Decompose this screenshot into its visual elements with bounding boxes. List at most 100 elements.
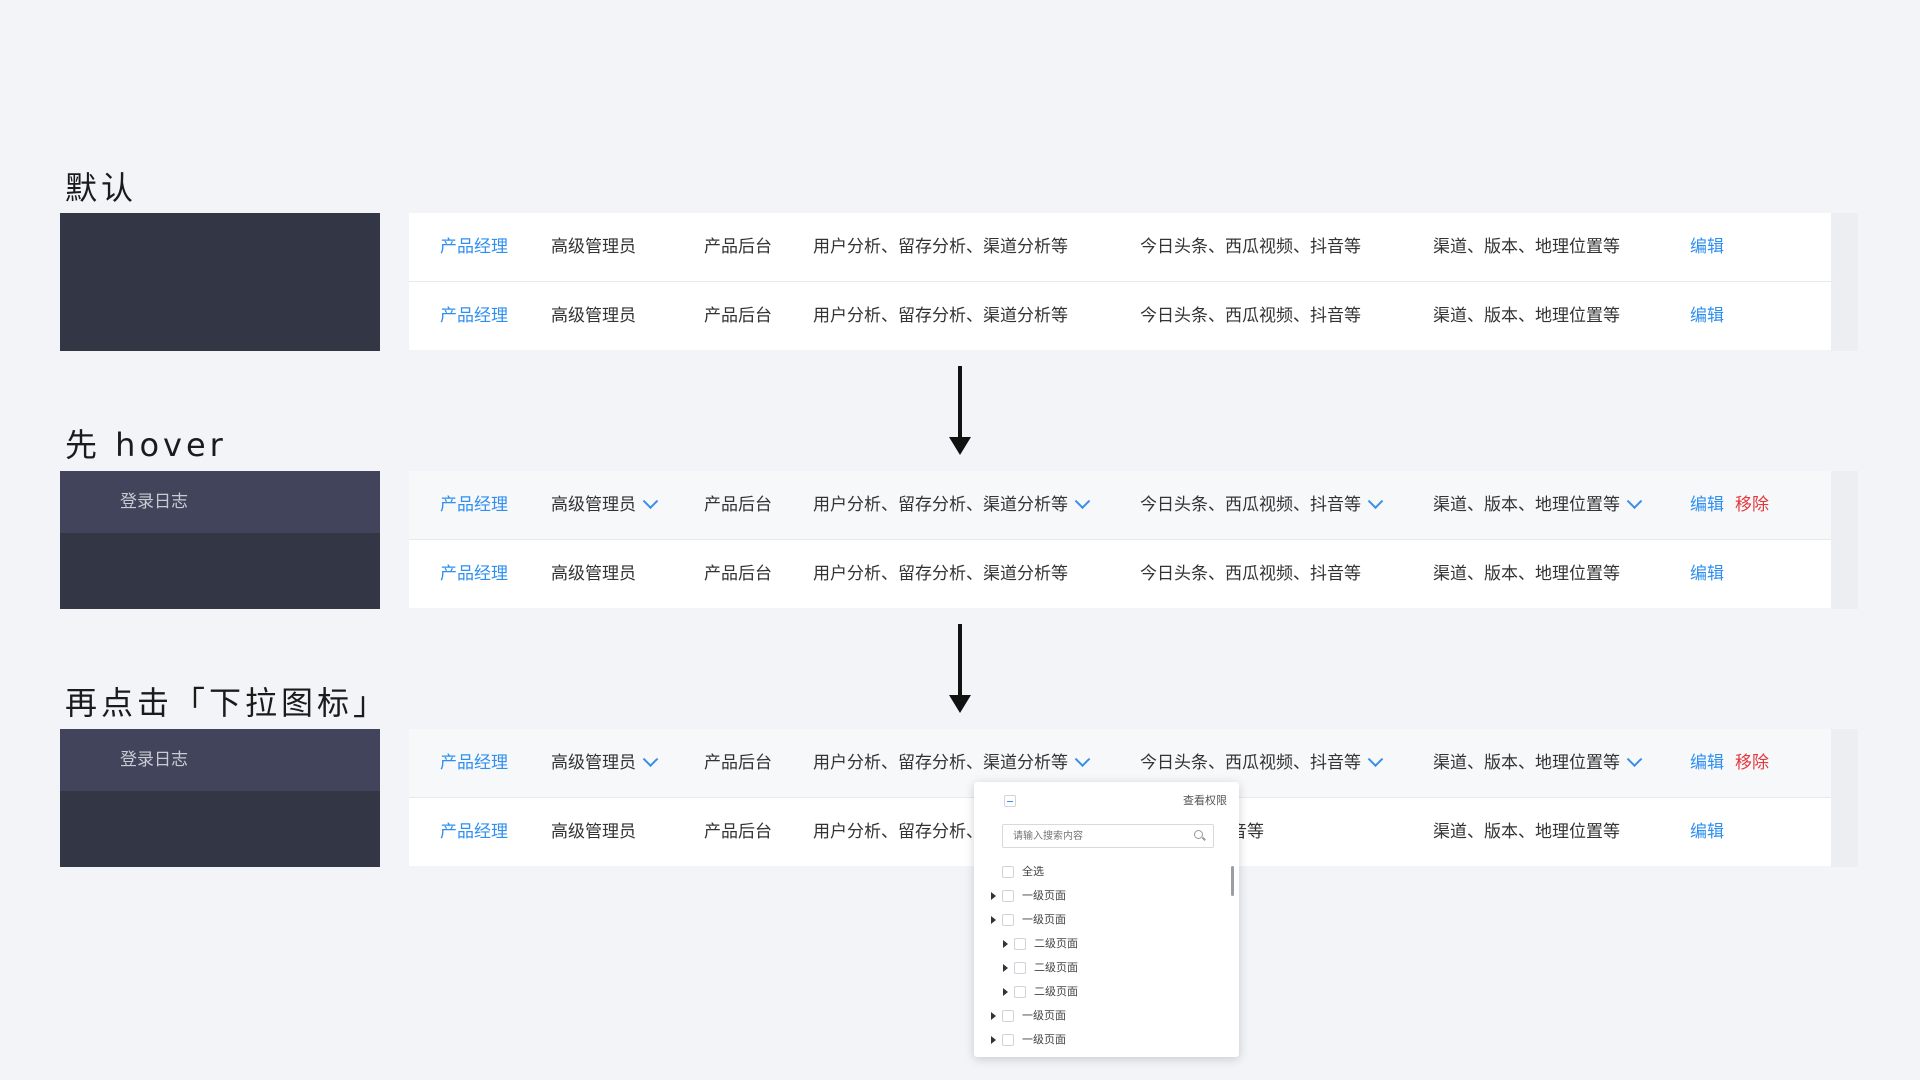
- checkbox[interactable]: [1014, 962, 1026, 974]
- edit-link[interactable]: 编辑: [1690, 471, 1724, 539]
- role-cell: 高级管理员: [551, 237, 636, 257]
- edit-link[interactable]: 编辑: [1690, 282, 1724, 350]
- chevron-down-icon[interactable]: [1367, 492, 1384, 509]
- apps-text: 今日头条、西瓜视频、抖音等: [1140, 753, 1361, 773]
- tree-item-level2[interactable]: 二级页面: [974, 982, 1229, 1002]
- checkbox[interactable]: [1002, 1034, 1014, 1046]
- chevron-down-icon[interactable]: [642, 750, 659, 767]
- view-permissions-link[interactable]: 查看权限: [1183, 792, 1227, 808]
- edit-link[interactable]: 编辑: [1690, 213, 1724, 281]
- edit-link[interactable]: 编辑: [1690, 798, 1724, 866]
- select-all-option[interactable]: 全选: [974, 862, 1229, 882]
- dimensions-cell[interactable]: 渠道、版本、地理位置等: [1433, 471, 1643, 539]
- caret-right-icon[interactable]: [1003, 964, 1008, 972]
- dropdown-scrollbar[interactable]: [1231, 866, 1234, 896]
- stage-title-hover: 先 hover: [65, 426, 227, 464]
- tree-item-level1[interactable]: 一级页面: [974, 1006, 1229, 1026]
- dimensions-cell: 渠道、版本、地理位置等: [1433, 564, 1620, 584]
- apps-cell: 今日头条、西瓜视频、抖音等: [1140, 564, 1361, 584]
- option-label: 一级页面: [1022, 1009, 1066, 1022]
- table-row[interactable]: 产品经理 高级管理员 产品后台 用户分析、留存分析、渠道分析等 今日头条、西瓜视…: [409, 540, 1831, 608]
- option-label: 一级页面: [1022, 913, 1066, 926]
- role-text: 高级管理员: [551, 753, 636, 773]
- flow-arrow-head-icon: [949, 437, 971, 455]
- checkbox[interactable]: [1002, 866, 1014, 878]
- caret-right-icon[interactable]: [991, 892, 996, 900]
- checkbox[interactable]: [1002, 914, 1014, 926]
- tree-item-level1[interactable]: 一级页面: [974, 886, 1229, 906]
- table-row[interactable]: 产品经理 高级管理员 产品后台 用户分析、留存分析、渠道分析等 今日头条、西瓜视…: [409, 282, 1831, 350]
- apps-text: 今日头条、西瓜视频、抖音等: [1140, 495, 1361, 515]
- option-label: 二级页面: [1034, 961, 1078, 974]
- flow-arrow-line: [958, 624, 962, 700]
- option-label: 一级页面: [1022, 1033, 1066, 1046]
- permission-dropdown: 查看权限 全选 一级页面 一级页面 二级页面 二级页面 二级页面 一级页面: [974, 782, 1239, 1057]
- dimensions-cell[interactable]: 渠道、版本、地理位置等: [1433, 729, 1643, 797]
- caret-right-icon[interactable]: [1003, 940, 1008, 948]
- option-label: 二级页面: [1034, 985, 1078, 998]
- remove-link[interactable]: 移除: [1735, 729, 1769, 797]
- dimensions-cell: 渠道、版本、地理位置等: [1433, 306, 1620, 326]
- user-name-link[interactable]: 产品经理: [440, 798, 508, 866]
- tree-item-level1[interactable]: 一级页面: [974, 910, 1229, 930]
- analytics-cell: 用户分析、留存分析、渠道分析等: [813, 564, 1068, 584]
- chevron-down-icon[interactable]: [1626, 492, 1643, 509]
- sidebar-panel: 登录日志: [60, 471, 380, 609]
- scroll-gutter: [1831, 471, 1858, 609]
- stage-title-default: 默认: [65, 169, 138, 207]
- analytics-cell: 用户分析、留存分析、渠道分析等: [813, 306, 1068, 326]
- checkbox[interactable]: [1014, 938, 1026, 950]
- checkbox[interactable]: [1002, 1010, 1014, 1022]
- edit-link[interactable]: 编辑: [1690, 729, 1724, 797]
- role-cell[interactable]: 高级管理员: [551, 471, 659, 539]
- user-name-link[interactable]: 产品经理: [440, 540, 508, 608]
- checkbox[interactable]: [1002, 890, 1014, 902]
- chevron-down-icon[interactable]: [1626, 750, 1643, 767]
- role-cell: 高级管理员: [551, 564, 636, 584]
- backend-cell: 产品后台: [704, 306, 772, 326]
- edit-link[interactable]: 编辑: [1690, 540, 1724, 608]
- dimensions-text: 渠道、版本、地理位置等: [1433, 495, 1620, 515]
- analytics-cell: 用户分析、留存分析、渠道分析等: [813, 237, 1068, 257]
- flow-arrow-head-icon: [949, 695, 971, 713]
- sidebar-item-login-log[interactable]: 登录日志: [60, 729, 380, 791]
- analytics-cell[interactable]: 用户分析、留存分析、渠道分析等: [813, 471, 1091, 539]
- backend-cell: 产品后台: [704, 495, 772, 515]
- table-row-hovered[interactable]: 产品经理 高级管理员 产品后台 用户分析、留存分析、渠道分析等 今日头条、西瓜视…: [409, 471, 1831, 540]
- chevron-down-icon[interactable]: [1367, 750, 1384, 767]
- remove-link[interactable]: 移除: [1735, 471, 1769, 539]
- dimensions-text: 渠道、版本、地理位置等: [1433, 753, 1620, 773]
- caret-right-icon[interactable]: [1003, 988, 1008, 996]
- permission-table: 产品经理 高级管理员 产品后台 用户分析、留存分析、渠道分析等 今日头条、西瓜视…: [409, 471, 1831, 609]
- flow-arrow-line: [958, 366, 962, 442]
- analytics-text: 用户分析、留存分析、渠道分析等: [813, 495, 1068, 515]
- chevron-down-icon[interactable]: [1074, 492, 1091, 509]
- user-name-link[interactable]: 产品经理: [440, 729, 508, 797]
- backend-cell: 产品后台: [704, 822, 772, 842]
- tree-item-level2[interactable]: 二级页面: [974, 958, 1229, 978]
- checkbox[interactable]: [1014, 986, 1026, 998]
- caret-right-icon[interactable]: [991, 916, 996, 924]
- table-row[interactable]: 产品经理 高级管理员 产品后台 用户分析、留存分析、渠道分析等 今日头条、西瓜视…: [409, 213, 1831, 282]
- caret-right-icon[interactable]: [991, 1012, 996, 1020]
- search-input[interactable]: [1002, 824, 1214, 848]
- analytics-text: 用户分析、留存分析、渠道分析等: [813, 753, 1068, 773]
- caret-right-icon[interactable]: [991, 1036, 996, 1044]
- apps-cell[interactable]: 今日头条、西瓜视频、抖音等: [1140, 471, 1384, 539]
- user-name-link[interactable]: 产品经理: [440, 213, 508, 281]
- permission-table: 产品经理 高级管理员 产品后台 用户分析、留存分析、渠道分析等 今日头条、西瓜视…: [409, 213, 1831, 351]
- chevron-down-icon[interactable]: [1074, 750, 1091, 767]
- tree-item-level2[interactable]: 二级页面: [974, 934, 1229, 954]
- collapse-checkbox[interactable]: [1004, 795, 1016, 807]
- sidebar-panel: 登录日志: [60, 729, 380, 867]
- sidebar-item-login-log[interactable]: 登录日志: [60, 471, 380, 533]
- chevron-down-icon[interactable]: [642, 492, 659, 509]
- backend-cell: 产品后台: [704, 564, 772, 584]
- tree-item-level1[interactable]: 一级页面: [974, 1030, 1229, 1050]
- apps-cell: 今日头条、西瓜视频、抖音等: [1140, 306, 1361, 326]
- user-name-link[interactable]: 产品经理: [440, 471, 508, 539]
- option-label: 二级页面: [1034, 937, 1078, 950]
- user-name-link[interactable]: 产品经理: [440, 282, 508, 350]
- role-cell[interactable]: 高级管理员: [551, 729, 659, 797]
- search-icon[interactable]: [1194, 830, 1203, 839]
